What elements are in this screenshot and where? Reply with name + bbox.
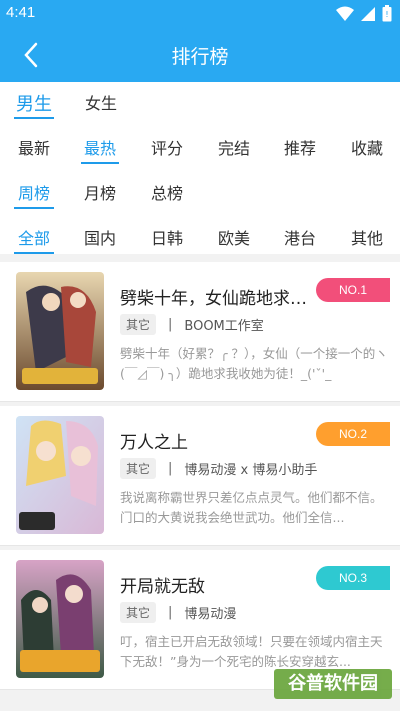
comic-cover-image[interactable] — [16, 272, 104, 390]
filter-panel: 男生 女生 最新 最热 评分 完结 推荐 收藏 周榜 月榜 总榜 全部 国内 日… — [0, 82, 400, 254]
comic-author: BOOM工作室 — [184, 319, 264, 334]
comic-title: 万人之上 — [120, 433, 188, 453]
filter-sort-hot[interactable]: 最热 — [81, 135, 119, 164]
comic-description: 叮，宿主已开启无敌领域！只要在领域内宿主天下无敌！”身为一个死宅的陈长安穿越玄.… — [120, 634, 383, 669]
comic-description: 劈柴十年（好累？╭ ？），女仙（一个接一个的ヽ(￣◿￣) ╮）跪地求我收她为徒！… — [120, 346, 388, 381]
app-bar: 排行榜 — [0, 28, 400, 82]
filter-region-other[interactable]: 其他 — [350, 225, 384, 253]
comic-title: 劈柴十年，女仙跪地求我... — [120, 289, 320, 309]
filter-sort-favorite[interactable]: 收藏 — [350, 135, 384, 163]
filter-region-western[interactable]: 欧美 — [217, 225, 251, 253]
comic-cover-image[interactable] — [16, 560, 104, 678]
gender-filter-row: 男生 女生 — [0, 82, 400, 122]
filter-region-all[interactable]: 全部 — [14, 225, 54, 254]
period-filter-row: 周榜 月榜 总榜 — [0, 172, 400, 212]
separator: | — [168, 605, 173, 620]
filter-period-month[interactable]: 月榜 — [83, 180, 117, 208]
status-icons: ! — [336, 5, 392, 26]
comic-cover-image[interactable] — [16, 416, 104, 534]
filter-sort-finished[interactable]: 完结 — [217, 135, 251, 163]
rank-badge: NO.2 — [316, 422, 390, 446]
rank-badge: NO.1 — [316, 278, 390, 302]
sort-filter-row: 最新 最热 评分 完结 推荐 收藏 — [0, 127, 400, 167]
genre-tag: 其它 — [120, 602, 157, 623]
genre-tag: 其它 — [120, 314, 157, 335]
filter-gender-female[interactable]: 女生 — [84, 90, 118, 118]
filter-gender-male[interactable]: 男生 — [14, 90, 54, 119]
list-item[interactable]: 劈柴十年，女仙跪地求我... NO.1 其它 | BOOM工作室 劈柴十年（好累… — [0, 262, 400, 402]
filter-sort-rating[interactable]: 评分 — [150, 135, 184, 163]
comic-description: 我说离称霸世界只差亿点点灵气。他们都不信。门口的大黄说我会绝世武功。他们全信..… — [120, 490, 383, 525]
filter-period-total[interactable]: 总榜 — [150, 180, 184, 208]
page-title: 排行榜 — [171, 46, 229, 68]
filter-region-hk-tw[interactable]: 港台 — [283, 225, 317, 253]
filter-region-domestic[interactable]: 国内 — [83, 225, 117, 253]
comic-meta: 其它 | 博易动漫 — [120, 602, 236, 623]
filter-region-japan-korea[interactable]: 日韩 — [150, 225, 184, 253]
signal-icon — [360, 6, 376, 26]
filter-sort-latest[interactable]: 最新 — [17, 135, 51, 163]
comic-title: 开局就无敌 — [120, 577, 205, 597]
comic-meta: 其它 | BOOM工作室 — [120, 314, 264, 335]
watermark-logo: 谷普软件园 — [274, 669, 392, 699]
filter-period-week[interactable]: 周榜 — [14, 180, 54, 209]
list-item[interactable]: 万人之上 NO.2 其它 | 博易动漫 x 博易小助手 我说离称霸世界只差亿点点… — [0, 406, 400, 546]
comic-author: 博易动漫 — [184, 607, 237, 622]
comic-author: 博易动漫 x 博易小助手 — [184, 463, 318, 478]
status-bar: 4:41 ! — [0, 0, 400, 28]
battery-icon: ! — [382, 5, 392, 26]
comic-meta: 其它 | 博易动漫 x 博易小助手 — [120, 458, 317, 479]
genre-tag: 其它 — [120, 458, 157, 479]
wifi-icon — [336, 6, 354, 26]
separator: | — [168, 461, 173, 476]
svg-text:!: ! — [385, 10, 388, 19]
separator: | — [168, 317, 173, 332]
rank-badge: NO.3 — [316, 566, 390, 590]
filter-sort-recommend[interactable]: 推荐 — [283, 135, 317, 163]
status-time: 4:41 — [6, 4, 36, 21]
region-filter-row: 全部 国内 日韩 欧美 港台 其他 — [0, 217, 400, 257]
